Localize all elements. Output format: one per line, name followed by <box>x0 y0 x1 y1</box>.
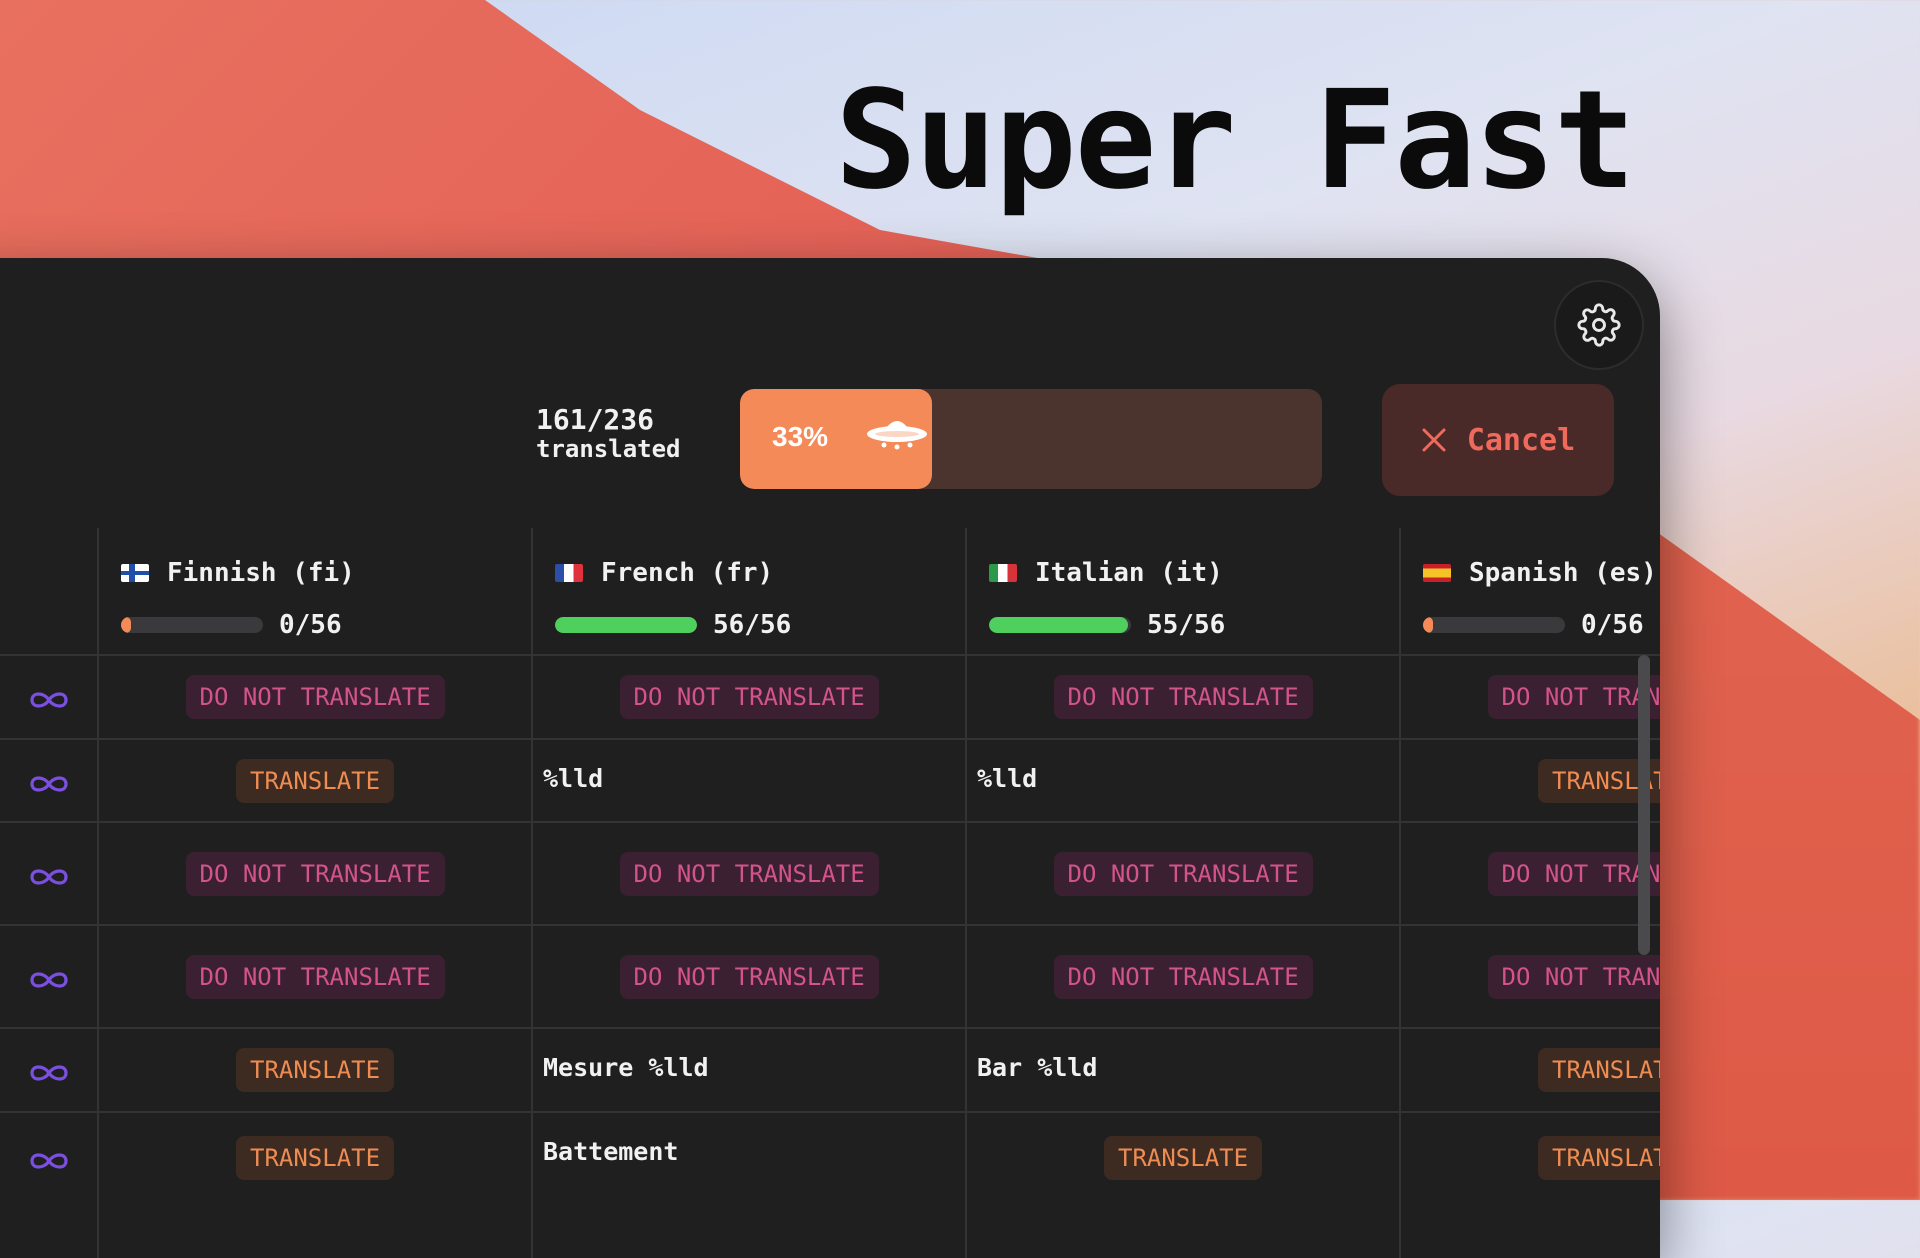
language-header-fi[interactable]: Finnish (fi) 0/56 <box>99 528 531 656</box>
translated-label: translated <box>536 435 681 464</box>
spain-flag-icon <box>1423 564 1451 582</box>
language-count: 0/56 <box>279 610 342 640</box>
language-header-fr[interactable]: French (fr) 56/56 <box>533 528 965 656</box>
translation-text[interactable]: %lld <box>977 764 1037 793</box>
do-not-translate-badge: DO NOT TRANSLATE <box>619 851 879 896</box>
france-flag-icon <box>555 564 583 582</box>
italy-flag-icon <box>989 564 1017 582</box>
translate-button[interactable]: TRANSLATE <box>236 1136 395 1180</box>
table-scrollbar[interactable] <box>1638 655 1650 955</box>
headline: Super Fast <box>835 62 1636 220</box>
language-progress-track <box>555 617 697 633</box>
language-name: Finnish (fi) <box>121 558 355 588</box>
ufo-icon <box>867 421 927 450</box>
translate-button[interactable]: TRANSLATE <box>1538 1136 1660 1180</box>
settings-button[interactable] <box>1554 280 1644 370</box>
progress-percent: 33% <box>772 421 829 452</box>
language-progress: 56/56 <box>555 610 791 640</box>
table-row[interactable]: DO NOT TRANSLATE DO NOT TRANSLATE DO NOT T… <box>0 823 1660 924</box>
table-row[interactable]: DO NOT TRANSLATE DO NOT TRANSLATE DO NOT T… <box>0 926 1660 1027</box>
do-not-translate-badge: DO NOT TRANSLATE <box>1487 675 1660 719</box>
close-icon <box>1422 428 1446 452</box>
language-count: 55/56 <box>1147 610 1226 640</box>
language-progress-fill <box>989 617 1129 633</box>
language-name: Italian (it) <box>989 558 1223 588</box>
do-not-translate-badge: DO NOT TRANSLATE <box>1053 675 1313 719</box>
translate-button[interactable]: TRANSLATE <box>236 1048 395 1092</box>
do-not-translate-badge: DO NOT TRANSLATE <box>185 954 445 999</box>
infinity-loop-icon <box>30 868 68 885</box>
language-header-it[interactable]: Italian (it) 55/56 <box>967 528 1399 656</box>
infinity-loop-icon <box>30 775 68 792</box>
translated-counter: 161/236 translated <box>536 403 681 464</box>
do-not-translate-badge: DO NOT TRANSLATE <box>619 675 879 719</box>
language-progress-fill <box>121 617 131 633</box>
language-name: Spanish (es) <box>1423 558 1657 588</box>
do-not-translate-badge: DO NOT TRANSLATE <box>185 851 445 896</box>
do-not-translate-badge: DO NOT TRANSLATE <box>1053 851 1313 896</box>
table-row[interactable]: TRANSLATE%lld%lldTRANSLATE <box>0 740 1660 821</box>
infinity-loop-icon <box>30 971 68 988</box>
table-row[interactable]: TRANSLATE Mesure %lld Bar %lld TRANSLATE <box>0 1029 1660 1111</box>
language-count: 0/56 <box>1581 610 1644 640</box>
language-progress: 0/56 <box>1423 610 1644 640</box>
infinity-loop-icon <box>30 1153 68 1169</box>
cancel-label: Cancel <box>1466 422 1576 458</box>
app-window: 161/236 translated 33% Cancel Finnish (f… <box>0 258 1660 1258</box>
language-count: 56/56 <box>713 610 792 640</box>
language-progress-fill <box>1423 617 1433 633</box>
translation-text[interactable]: Bar %lld <box>977 1053 1097 1082</box>
table-row[interactable]: DO NOT TRANSLATE DO NOT TRANSLATE DO NOT T… <box>0 656 1660 738</box>
language-progress-fill <box>555 617 697 633</box>
gear-icon <box>1577 303 1621 347</box>
language-header-es[interactable]: Spanish (es) 0/56 <box>1401 528 1660 656</box>
do-not-translate-badge: DO NOT TRANSLATE <box>1053 954 1313 999</box>
language-progress-track <box>1423 617 1565 633</box>
table-row[interactable]: TRANSLATE Battement TRANSLATE TRANSLATE <box>0 1113 1660 1203</box>
do-not-translate-badge: DO NOT TRANSLATE <box>185 675 445 719</box>
language-progress-track <box>121 617 263 633</box>
translation-text[interactable]: Mesure %lld <box>543 1053 709 1082</box>
language-progress-track <box>989 617 1131 633</box>
do-not-translate-badge: DO NOT TRANSLATE <box>1487 851 1660 896</box>
finland-flag-icon <box>121 564 149 582</box>
translate-button[interactable]: TRANSLATE <box>1104 1136 1263 1180</box>
translation-progress-bar: 33% <box>740 389 1322 489</box>
language-progress: 0/56 <box>121 610 342 640</box>
language-progress: 55/56 <box>989 610 1225 640</box>
language-name: French (fr) <box>555 558 773 588</box>
translate-button[interactable]: TRANSLATE <box>236 758 395 803</box>
infinity-loop-icon <box>30 1065 68 1081</box>
translate-button[interactable]: TRANSLATE <box>1538 1048 1660 1092</box>
translation-text[interactable]: Battement <box>543 1137 678 1166</box>
infinity-loop-icon <box>30 692 68 708</box>
translation-text[interactable]: %lld <box>543 764 603 793</box>
translated-count: 161/236 <box>536 403 655 436</box>
cancel-button[interactable]: Cancel <box>1382 384 1614 496</box>
do-not-translate-badge: DO NOT TRANSLATE <box>619 954 879 999</box>
do-not-translate-badge: DO NOT TRANSLATE <box>1487 954 1660 999</box>
